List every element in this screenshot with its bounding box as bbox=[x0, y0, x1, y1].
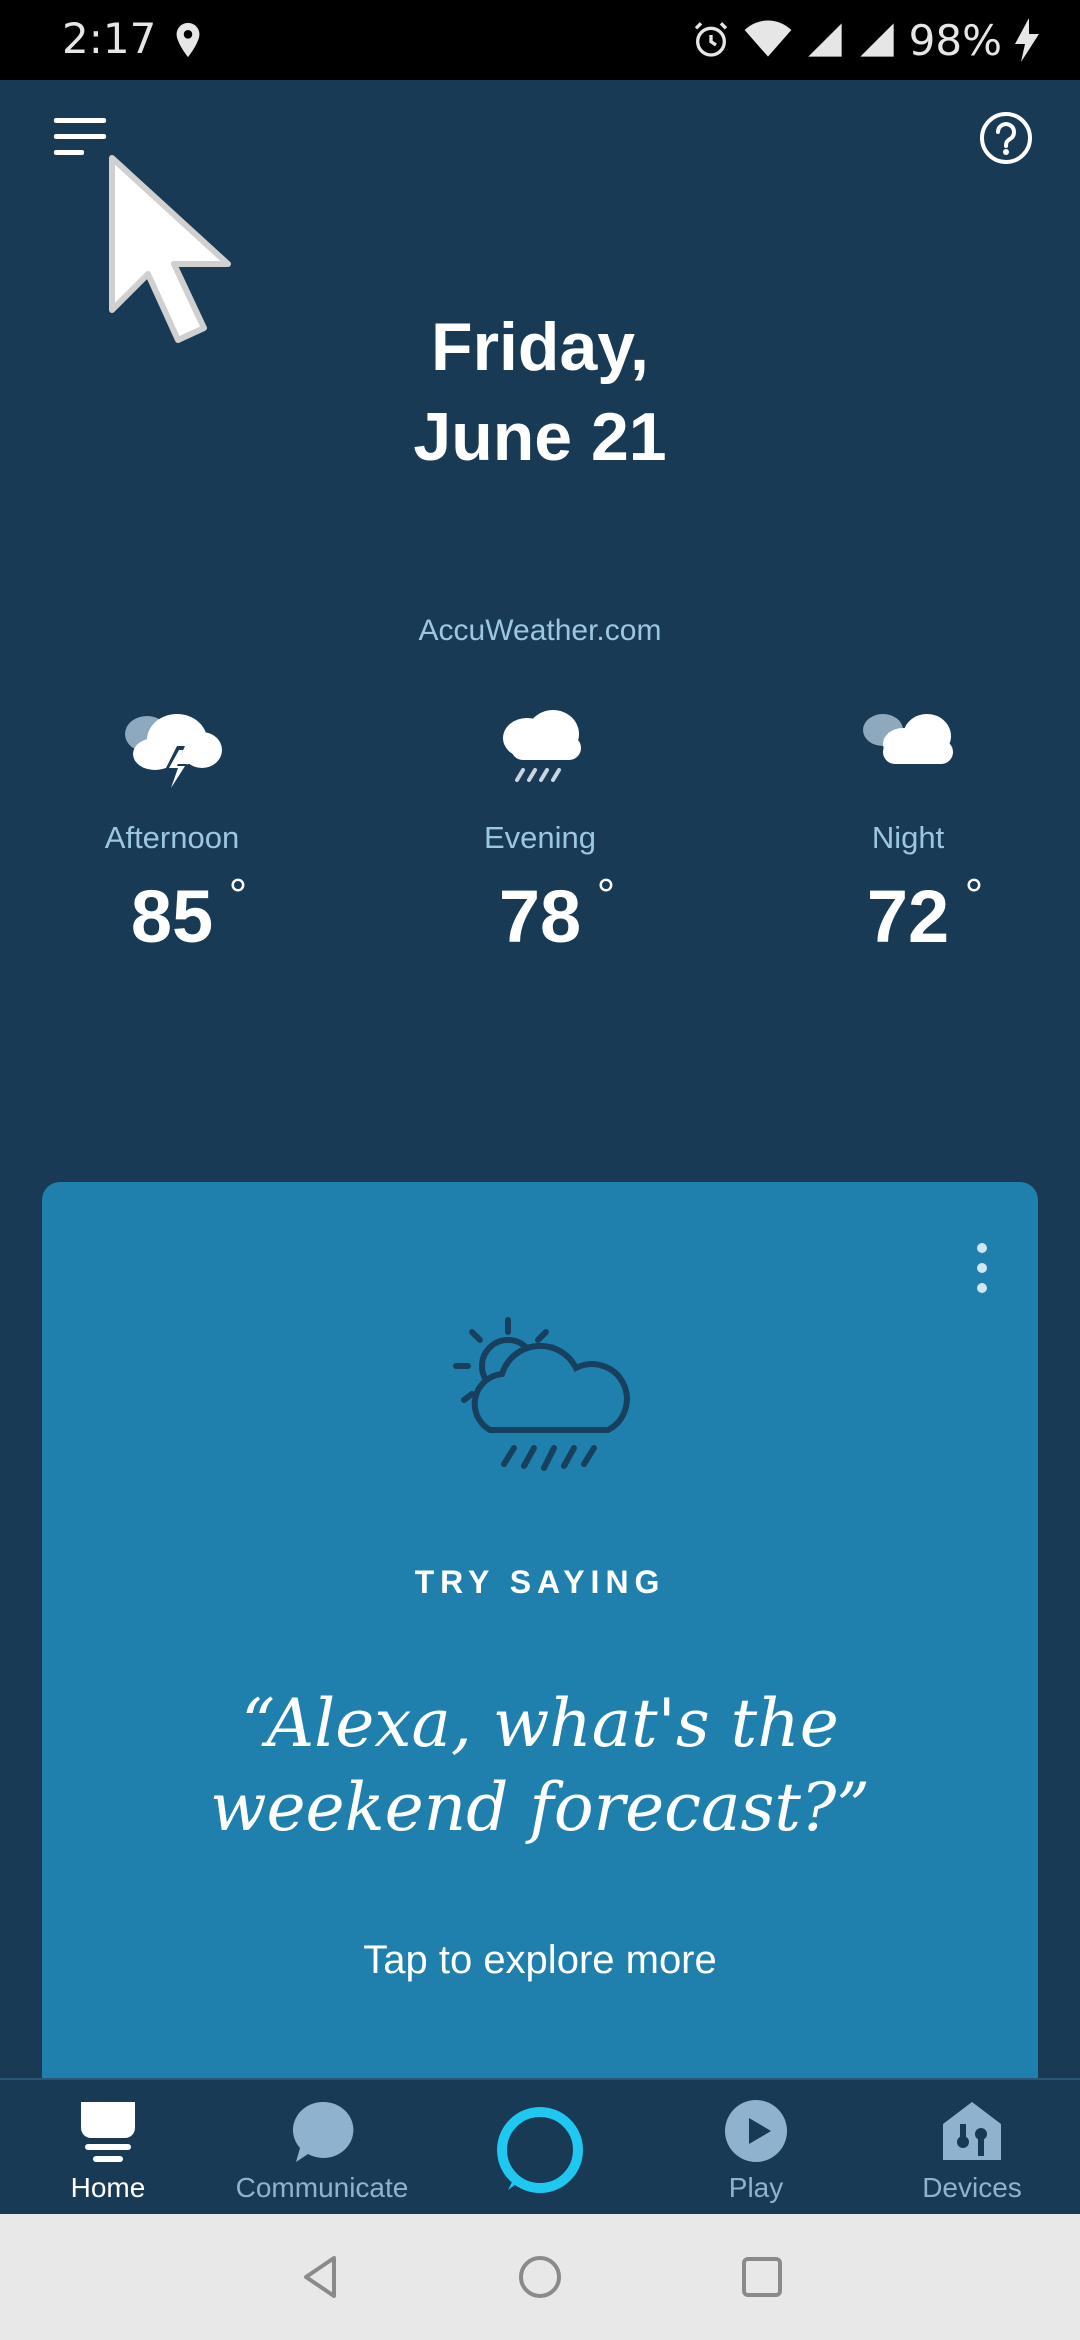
degree-symbol: ° bbox=[596, 869, 616, 921]
cloudy-icon bbox=[863, 714, 953, 764]
thunderstorm-icon bbox=[125, 714, 222, 794]
forecast-afternoon: Afternoon 85 ° bbox=[22, 700, 322, 959]
help-icon[interactable] bbox=[978, 110, 1034, 166]
signal-icon-2 bbox=[859, 23, 894, 57]
nav-label: Communicate bbox=[235, 2172, 409, 2203]
forecast-label: Evening bbox=[483, 820, 597, 855]
system-nav-bar bbox=[0, 2214, 1080, 2340]
forecast-night: Night 72 ° bbox=[758, 700, 1058, 959]
forecast-temp: 85 ° bbox=[130, 869, 248, 958]
nav-label: Devices bbox=[922, 2172, 1022, 2203]
menu-icon[interactable] bbox=[50, 112, 110, 164]
page-title: Friday, June 21 bbox=[0, 302, 1080, 482]
forecast-evening: Evening 78 ° bbox=[390, 700, 690, 959]
play-icon bbox=[725, 2100, 787, 2162]
forecast-label: Afternoon bbox=[104, 820, 240, 855]
charging-icon bbox=[1015, 18, 1039, 62]
explore-more-link[interactable]: Tap to explore more bbox=[42, 1938, 1038, 1983]
weather-source-link[interactable]: AccuWeather.com bbox=[0, 614, 1080, 648]
rain-icon bbox=[503, 710, 581, 782]
chat-bubble-icon bbox=[292, 2101, 354, 2162]
smart-home-icon bbox=[943, 2102, 1001, 2160]
forecast-temp: 72 ° bbox=[866, 869, 984, 958]
battery-percent: 98% bbox=[908, 15, 1002, 65]
degree-symbol: ° bbox=[964, 869, 984, 921]
location-icon bbox=[176, 22, 200, 58]
status-time: 2:17 bbox=[62, 14, 157, 63]
sun-cloud-rain-icon bbox=[453, 1317, 630, 1471]
status-bar: 2:17 98% bbox=[0, 0, 1080, 80]
home-circle-icon[interactable] bbox=[515, 2252, 565, 2302]
date-weekday: Friday, bbox=[431, 309, 649, 385]
nav-communicate[interactable]: Communicate bbox=[222, 2098, 422, 2204]
home-icon bbox=[81, 2102, 135, 2162]
suggestion-quote: “Alexa, what's the weekend forecast?” bbox=[210, 1685, 870, 1846]
wifi-icon bbox=[744, 20, 791, 57]
signal-icon bbox=[807, 23, 842, 57]
degree-symbol: ° bbox=[228, 869, 248, 921]
try-saying-heading: TRY SAYING bbox=[414, 1564, 666, 1600]
nav-devices[interactable]: Devices bbox=[872, 2098, 1072, 2204]
alexa-button-icon[interactable] bbox=[494, 2104, 586, 2196]
date-day: June 21 bbox=[413, 399, 667, 475]
nav-home[interactable]: Home bbox=[8, 2098, 208, 2204]
try-saying-card[interactable]: TRY SAYING “Alexa, what's the weekend fo… bbox=[42, 1182, 1038, 2082]
nav-label: Play bbox=[728, 2172, 784, 2203]
more-options-icon[interactable] bbox=[972, 1238, 992, 1298]
recents-icon[interactable] bbox=[737, 2252, 787, 2302]
forecast-temp: 78 ° bbox=[498, 869, 616, 958]
bottom-nav: Home Communicate Play Devices bbox=[0, 2078, 1080, 2214]
forecast-label: Night bbox=[871, 820, 945, 855]
alarm-icon bbox=[694, 22, 727, 57]
nav-label: Home bbox=[70, 2172, 146, 2203]
nav-play[interactable]: Play bbox=[656, 2098, 856, 2204]
back-icon[interactable] bbox=[296, 2252, 346, 2302]
status-icons: 98% bbox=[691, 14, 1040, 66]
